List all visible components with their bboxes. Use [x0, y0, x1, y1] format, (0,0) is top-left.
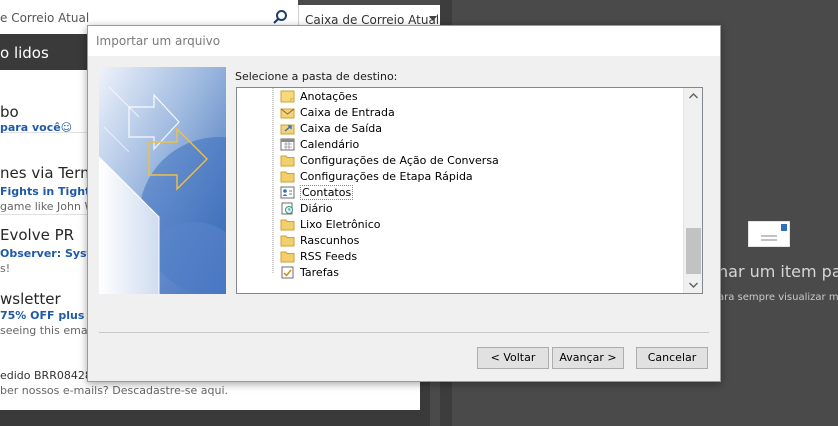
folder-icon [280, 219, 295, 231]
reading-pane-subtitle: ara sempre visualizar m [718, 292, 838, 303]
folder-item-config-etapa-rapida[interactable]: Configurações de Etapa Rápida [237, 169, 682, 185]
scroll-up-icon[interactable] [684, 88, 703, 105]
mail-sender: wsletter [0, 290, 61, 308]
folder-label: Calendário [300, 138, 360, 151]
folder-item-contatos[interactable]: Contatos [237, 185, 682, 201]
scroll-down-icon[interactable] [684, 276, 703, 293]
mail-preview: s! [0, 262, 11, 275]
folder-icon [280, 171, 295, 183]
mail-sender: bo [0, 103, 19, 121]
list-footer [0, 410, 420, 426]
folder-label: Rascunhos [300, 234, 360, 247]
inbox-icon [280, 108, 295, 119]
folder-item-config-acao-conversa[interactable]: Configurações de Ação de Conversa [237, 153, 682, 169]
folder-item-tarefas[interactable]: Tarefas [237, 265, 682, 281]
journal-icon [281, 202, 293, 215]
destination-folder-label: Selecione a pasta de destino: [235, 70, 398, 83]
folder-label: Configurações de Etapa Rápida [300, 170, 473, 183]
mail-subject: edido BRR084283 [0, 369, 99, 382]
contacts-icon [280, 186, 295, 199]
mail-preview: seeing this email: [0, 324, 98, 337]
folder-icon [280, 251, 295, 263]
import-file-dialog: Importar um arquivo Selecione a pasta de… [87, 25, 721, 382]
folder-label: Lixo Eletrônico [300, 218, 381, 231]
chevron-down-icon [429, 16, 437, 21]
folder-item-caixa-de-entrada[interactable]: Caixa de Entrada [237, 105, 682, 121]
folder-item-rascunhos[interactable]: Rascunhos [237, 233, 682, 249]
envelope-icon [748, 221, 790, 247]
folder-label: Diário [300, 202, 333, 215]
folder-item-calendario[interactable]: Calendário [237, 137, 682, 153]
mail-subject: para você☺ [0, 121, 73, 134]
wizard-banner-image [99, 67, 226, 294]
dialog-title: Importar um arquivo [96, 34, 221, 48]
folder-item-caixa-de-saida[interactable]: Caixa de Saída [237, 121, 682, 137]
outbox-icon [280, 124, 295, 135]
folder-item-lixo-eletronico[interactable]: Lixo Eletrônico [237, 217, 682, 233]
next-button[interactable]: Avançar > [552, 347, 624, 369]
calendar-icon [280, 138, 295, 151]
tree-connector-lines [272, 88, 274, 273]
notes-icon [280, 90, 295, 103]
mail-sender: Evolve PR [0, 226, 75, 244]
reading-pane-title: nar um item pa [718, 262, 838, 281]
folder-tree-scrollbar[interactable] [683, 88, 703, 293]
folder-label: Anotações [300, 90, 358, 103]
dialog-titlebar[interactable]: Importar um arquivo [88, 26, 720, 56]
folder-label: Caixa de Saída [300, 122, 382, 135]
folder-label: Configurações de Ação de Conversa [300, 154, 499, 167]
tasks-icon [281, 266, 294, 279]
folder-icon [280, 155, 295, 167]
folder-icon [280, 235, 295, 247]
folder-label: Tarefas [300, 266, 340, 279]
folder-label: Caixa de Entrada [300, 106, 395, 119]
folder-item-diario[interactable]: Diário [237, 201, 682, 217]
mail-preview: game like John W [0, 200, 96, 213]
folder-item-rss-feeds[interactable]: RSS Feeds [237, 249, 682, 265]
back-button[interactable]: < Voltar [477, 347, 549, 369]
unread-filter-tab[interactable]: o lidos [0, 44, 49, 62]
search-icon[interactable] [272, 9, 288, 25]
dialog-separator [99, 332, 709, 333]
scroll-thumb[interactable] [686, 228, 701, 274]
mail-preview: ber nossos e-mails? Descadastre-se aqui. [0, 384, 229, 397]
folder-item-anotacoes[interactable]: Anotações [237, 89, 682, 105]
folder-label: Contatos [300, 185, 354, 200]
cancel-button[interactable]: Cancelar [636, 347, 708, 369]
folder-tree[interactable]: Anotações Caixa de Entrada Caixa de Saíd… [236, 87, 703, 294]
folder-label: RSS Feeds [300, 250, 358, 263]
search-input[interactable]: e Correio Atual [0, 11, 89, 25]
